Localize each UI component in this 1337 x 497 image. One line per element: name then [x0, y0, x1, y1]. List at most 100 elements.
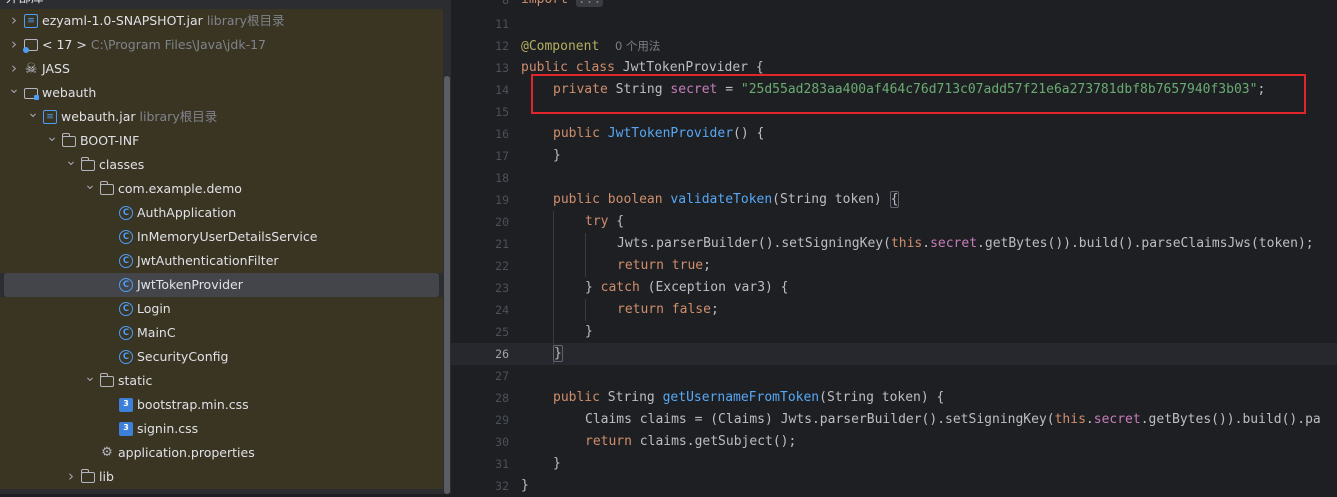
tree-item-label: static — [118, 369, 152, 393]
code-text: .getBytes()).build().pa — [1140, 412, 1321, 427]
tree-item-label: webauth — [42, 81, 96, 105]
code-line-26[interactable]: } — [553, 343, 563, 365]
tree-item[interactable]: ⌄ ≡ webauth.jar library根目录 — [0, 105, 443, 129]
tree-item[interactable]: C MainC — [0, 321, 443, 345]
line-number[interactable]: 27 — [469, 365, 509, 387]
tree-item[interactable]: ⌄ com.example.demo — [0, 177, 443, 201]
tree-scrollbar[interactable] — [443, 0, 451, 494]
code-text: } — [553, 456, 561, 471]
tree-item[interactable]: 3 signin.css — [0, 417, 443, 441]
folded-imports[interactable]: ... — [575, 0, 604, 7]
code-line-19[interactable]: public boolean validateToken(String toke… — [553, 189, 900, 211]
chevron-down-icon[interactable]: ⌄ — [44, 129, 60, 153]
line-number[interactable]: 19 — [469, 189, 509, 211]
line-number[interactable]: 26 — [469, 343, 509, 365]
code-line-28[interactable]: public String getUsernameFromToken(Strin… — [553, 387, 944, 409]
line-number[interactable]: 18 — [469, 167, 509, 189]
annotation: @Component — [521, 39, 600, 54]
folder-icon — [100, 373, 114, 387]
line-number[interactable]: 24 — [469, 299, 509, 321]
chevron-right-icon[interactable]: › — [6, 33, 22, 57]
line-number[interactable]: 15 — [469, 101, 509, 123]
tree-item-name: webauth — [42, 85, 97, 100]
tree-item[interactable]: › lib — [0, 465, 443, 489]
chevron-down-icon[interactable]: ⌄ — [82, 369, 98, 393]
code-line-8[interactable]: import ... — [521, 0, 604, 11]
code-line-22[interactable]: return true; — [617, 255, 711, 277]
code-line-17[interactable]: } — [553, 145, 561, 167]
code-line-25[interactable]: } — [585, 321, 593, 343]
method-name: getUsernameFromToken — [662, 390, 820, 405]
tree-item[interactable]: C JwtTokenProvider — [4, 273, 439, 297]
chevron-down-icon[interactable]: ⌄ — [82, 177, 98, 201]
tree-item[interactable]: C AuthApplication — [0, 201, 443, 225]
code-line-30[interactable]: return claims.getSubject(); — [585, 431, 796, 453]
line-number[interactable]: 17 — [469, 145, 509, 167]
folder-icon — [81, 469, 95, 483]
tree-item-label: webauth.jar library根目录 — [61, 105, 217, 129]
code-line-29[interactable]: Claims claims = (Claims) Jwts.parserBuil… — [585, 409, 1321, 431]
chevron-down-icon[interactable]: ⌄ — [63, 153, 79, 177]
tree-item[interactable]: ⌄ BOOT-INF — [0, 129, 443, 153]
tree-item-label: JwtTokenProvider — [137, 273, 243, 297]
tree-item[interactable]: ⌄ static — [0, 369, 443, 393]
matched-brace: { — [889, 191, 900, 208]
line-number[interactable]: 23 — [469, 277, 509, 299]
line-number[interactable]: 14 — [469, 79, 509, 101]
code-text: } — [585, 280, 601, 295]
chevron-down-icon[interactable]: ⌄ — [6, 81, 22, 105]
line-number[interactable]: 13 — [469, 57, 509, 79]
line-number[interactable]: 25 — [469, 321, 509, 343]
tree-scrollbar-thumb[interactable] — [444, 76, 450, 494]
line-number[interactable]: 28 — [469, 387, 509, 409]
tree-item-name: SecurityConfig — [137, 349, 229, 364]
tree-item-label: JASS — [42, 57, 70, 81]
code-line-24[interactable]: return false; — [617, 299, 719, 321]
line-number[interactable]: 11 — [469, 13, 509, 35]
code-line-23[interactable]: } catch (Exception var3) { — [585, 277, 789, 299]
code-editor[interactable]: 8 11 12 13 14 15 16 17 18 19 20 21 22 23 24 25 26 27 28 29 3… — [451, 0, 1337, 494]
line-number[interactable]: 30 — [469, 431, 509, 453]
line-number[interactable]: 29 — [469, 409, 509, 431]
line-number[interactable]: 31 — [469, 453, 509, 475]
line-number[interactable]: 21 — [469, 233, 509, 255]
line-number[interactable]: 8 — [469, 0, 509, 11]
tree-item-name: JwtTokenProvider — [137, 277, 243, 292]
line-number[interactable]: 12 — [469, 35, 509, 57]
tree-item[interactable]: › ☠ JASS — [0, 57, 443, 81]
chevron-right-icon[interactable]: › — [63, 465, 79, 489]
code-text: (Exception var3) { — [639, 280, 789, 295]
tree-item[interactable]: › < 17 > C:\Program Files\Java\jdk-17 — [0, 33, 443, 57]
tree-item[interactable]: 3 bootstrap.min.css — [0, 393, 443, 417]
code-text: Claims claims = (Claims) Jwts.parserBuil… — [585, 412, 1055, 427]
code-line-21[interactable]: Jwts.parserBuilder().setSigningKey(this.… — [617, 233, 1314, 255]
chevron-right-icon[interactable]: › — [6, 57, 22, 81]
type-name: String — [599, 390, 663, 405]
tree-item-label: < 17 > C:\Program Files\Java\jdk-17 — [42, 33, 266, 57]
code-text: ; — [703, 258, 711, 273]
usages-hint[interactable]: 0 个用法 — [615, 39, 660, 53]
line-number[interactable]: 22 — [469, 255, 509, 277]
line-number[interactable]: 20 — [469, 211, 509, 233]
tree-item-name: bootstrap.min.css — [137, 397, 249, 412]
chevron-right-icon[interactable]: › — [6, 9, 22, 33]
tree-item[interactable]: ⌄ webauth — [0, 81, 443, 105]
code-line-20[interactable]: try { — [585, 211, 624, 233]
code-line-12[interactable]: @Component 0 个用法 — [521, 35, 660, 57]
tree-item[interactable]: › ≡ ezyaml-1.0-SNAPSHOT.jar library根目录 — [0, 9, 443, 33]
code-line-16[interactable]: public JwtTokenProvider() { — [553, 123, 764, 145]
tree-item[interactable]: C InMemoryUserDetailsService — [0, 225, 443, 249]
chevron-down-icon[interactable]: ⌄ — [25, 105, 41, 129]
field-secret: secret — [930, 236, 978, 251]
tree-item[interactable]: C JwtAuthenticationFilter — [0, 249, 443, 273]
tree-item[interactable]: ⌄ classes — [0, 153, 443, 177]
tree-item[interactable]: ⚙ application.properties — [0, 441, 443, 465]
tree-item[interactable]: C SecurityConfig — [0, 345, 443, 369]
folder-icon — [81, 157, 95, 171]
tree-item[interactable]: C Login — [0, 297, 443, 321]
tree-item-name: BOOT-INF — [80, 133, 140, 148]
code-line-31[interactable]: } — [553, 453, 561, 475]
tree-item-label: classes — [99, 153, 144, 177]
skull-icon: ☠ — [24, 61, 38, 77]
line-number[interactable]: 16 — [469, 123, 509, 145]
